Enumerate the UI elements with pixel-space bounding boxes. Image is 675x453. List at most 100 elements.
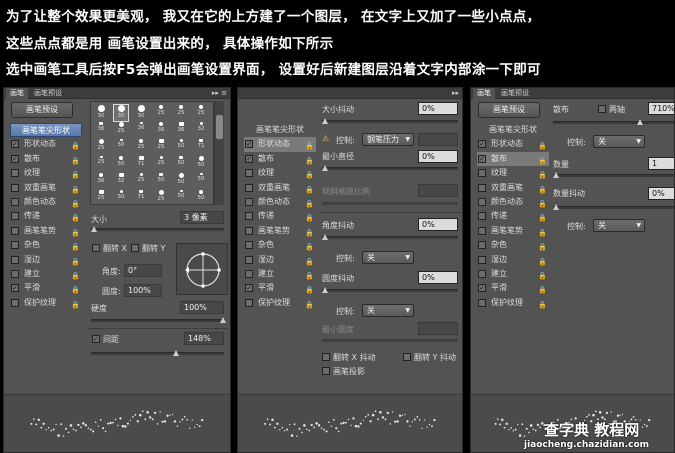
brush-tip-cell[interactable]: 25 — [134, 173, 148, 189]
checkbox-icon[interactable]: ✓ — [478, 140, 486, 149]
panel-menu-icon[interactable]: ▸▸ ≡ — [212, 88, 227, 99]
option-build-up[interactable]: 建立 🔒 — [10, 267, 82, 281]
size-slider[interactable] — [91, 226, 224, 232]
roundness-jitter-value[interactable]: 0% — [418, 271, 458, 284]
checkbox-icon[interactable] — [11, 212, 19, 221]
option-transfer[interactable]: 传递 🔒 — [10, 209, 82, 223]
option-brush-pose[interactable]: 画笔笔势 🔒 — [10, 224, 82, 238]
checkbox-icon[interactable]: ✓ — [478, 284, 486, 293]
checkbox-icon[interactable]: ✓ — [245, 154, 253, 163]
angle-roundness-widget[interactable] — [176, 243, 228, 295]
scatter-control-dropdown[interactable]: 关 ▼ — [593, 135, 645, 148]
option-shape-dynamics[interactable]: ✓ 形状动态 🔒 — [244, 137, 316, 152]
checkbox-icon[interactable]: ✓ — [478, 154, 486, 163]
brush-presets-button[interactable]: 画笔预设 — [11, 102, 73, 118]
checkbox-icon[interactable] — [245, 212, 253, 221]
slider-thumb[interactable] — [322, 234, 328, 240]
option-scattering[interactable]: ✓ 散布 🔒 — [10, 152, 82, 166]
tab-brush[interactable]: 画笔 — [6, 88, 28, 99]
brush-tip-cell[interactable]: 71 — [134, 190, 148, 206]
option-color-dynamics[interactable]: 颜色动态 🔒 — [244, 195, 316, 209]
option-texture[interactable]: 纹理 🔒 — [10, 166, 82, 180]
checkbox-icon[interactable]: ✓ — [245, 140, 253, 149]
brush-tip-cell[interactable]: 25 — [94, 139, 108, 155]
lock-icon[interactable]: 🔒 — [305, 298, 314, 312]
option-wet-edges[interactable]: 湿边 🔒 — [10, 253, 82, 267]
brush-tip-cell[interactable]: 36 — [174, 122, 188, 138]
count-control-dropdown[interactable]: 关 ▼ — [593, 219, 645, 232]
checkbox-icon[interactable]: ✓ — [11, 284, 19, 293]
tab-brush[interactable]: 画笔 — [473, 88, 495, 99]
roundness-control-dropdown[interactable]: 关 ▼ — [362, 304, 414, 317]
brush-tip-cell[interactable]: 71 — [194, 139, 208, 155]
hardness-value[interactable]: 100% — [180, 301, 224, 314]
option-brush-tip-shape[interactable]: 画笔笔尖形状 — [244, 123, 316, 137]
option-noise[interactable]: 杂色 🔒 — [10, 238, 82, 252]
flip-x-checkbox[interactable] — [92, 244, 100, 252]
option-color-dynamics[interactable]: 颜色动态 🔒 — [477, 195, 549, 209]
brush-tip-cell[interactable]: 50 — [174, 190, 188, 206]
brush-tip-cell[interactable]: 36 — [134, 122, 148, 138]
checkbox-icon[interactable] — [478, 183, 486, 192]
tip-grid-scrollbar[interactable] — [214, 101, 224, 205]
checkbox-icon[interactable] — [245, 197, 253, 206]
brush-tip-cell[interactable]: 25 — [94, 156, 108, 172]
checkbox-icon[interactable] — [478, 241, 486, 250]
brush-tip-cell[interactable]: 50 — [174, 173, 188, 189]
option-smoothing[interactable]: ✓ 平滑 🔒 — [244, 281, 316, 295]
checkbox-icon[interactable]: ✓ — [11, 140, 19, 149]
option-noise[interactable]: 杂色 🔒 — [477, 238, 549, 252]
option-smoothing[interactable]: ✓ 平滑 🔒 — [10, 281, 82, 295]
option-color-dynamics[interactable]: 颜色动态 🔒 — [10, 195, 82, 209]
slider-thumb[interactable] — [91, 226, 97, 232]
count-value[interactable]: 1 — [648, 157, 674, 170]
count-jitter-slider[interactable] — [553, 204, 674, 210]
brush-tip-cell[interactable]: 50 — [194, 190, 208, 206]
brush-tip-cell[interactable]: 25 — [134, 139, 148, 155]
option-brush-pose[interactable]: 画笔笔势 🔒 — [244, 224, 316, 238]
flip-x-jitter-checkbox[interactable] — [322, 353, 330, 361]
option-protect-texture[interactable]: 保护纹理 🔒 — [10, 296, 82, 310]
roundness-jitter-slider[interactable] — [322, 287, 458, 293]
option-smoothing[interactable]: ✓ 平滑 🔒 — [477, 281, 549, 295]
option-dual-brush[interactable]: 双重画笔 🔒 — [10, 181, 82, 195]
option-wet-edges[interactable]: 湿边 🔒 — [244, 253, 316, 267]
lock-icon[interactable]: 🔒 — [538, 298, 547, 312]
brush-tip-cell[interactable]: 50 — [174, 156, 188, 172]
checkbox-icon[interactable] — [478, 212, 486, 221]
checkbox-icon[interactable] — [478, 169, 486, 178]
checkbox-icon[interactable]: ✓ — [245, 284, 253, 293]
slider-thumb[interactable] — [173, 350, 179, 356]
flip-y-checkbox[interactable] — [131, 244, 139, 252]
brush-tip-cell[interactable]: 25 — [174, 105, 188, 121]
brush-tip-cell[interactable]: 36 — [154, 122, 168, 138]
brush-presets-button[interactable]: 画笔预设 — [478, 102, 540, 118]
option-wet-edges[interactable]: 湿边 🔒 — [477, 253, 549, 267]
checkbox-icon[interactable] — [11, 169, 19, 178]
checkbox-icon[interactable] — [11, 255, 19, 264]
angle-control-dropdown[interactable]: 关 ▼ — [362, 251, 414, 264]
option-dual-brush[interactable]: 双重画笔 🔒 — [477, 181, 549, 195]
checkbox-icon[interactable] — [245, 183, 253, 192]
option-transfer[interactable]: 传递 🔒 — [477, 209, 549, 223]
option-build-up[interactable]: 建立 🔒 — [244, 267, 316, 281]
scatter-value[interactable]: 710% — [648, 102, 674, 115]
checkbox-icon[interactable] — [245, 269, 253, 278]
both-axes-checkbox[interactable] — [598, 105, 606, 113]
size-value[interactable]: 3 像素 — [180, 211, 224, 224]
count-slider[interactable] — [553, 172, 674, 178]
size-control-dropdown[interactable]: 钢笔压力 ▼ — [362, 133, 414, 146]
brush-tip-cell[interactable]: 36 — [94, 122, 108, 138]
option-scattering[interactable]: ✓ 散布 🔒 — [477, 151, 549, 167]
option-brush-tip-shape[interactable]: 画笔笔尖形状 — [10, 123, 82, 138]
angle-jitter-value[interactable]: 0% — [418, 218, 458, 231]
checkbox-icon[interactable]: ✓ — [11, 154, 19, 163]
checkbox-icon[interactable] — [11, 226, 19, 235]
option-shape-dynamics[interactable]: ✓ 形状动态 🔒 — [477, 137, 549, 151]
brush-projection-checkbox[interactable] — [322, 367, 330, 375]
option-brush-tip-shape[interactable]: 画笔笔尖形状 — [477, 123, 549, 137]
brush-tip-cell[interactable]: 50 — [194, 173, 208, 189]
brush-tip-cell[interactable]: 50 — [154, 173, 168, 189]
angle-value[interactable]: 0° — [124, 264, 162, 277]
option-build-up[interactable]: 建立 🔒 — [477, 267, 549, 281]
